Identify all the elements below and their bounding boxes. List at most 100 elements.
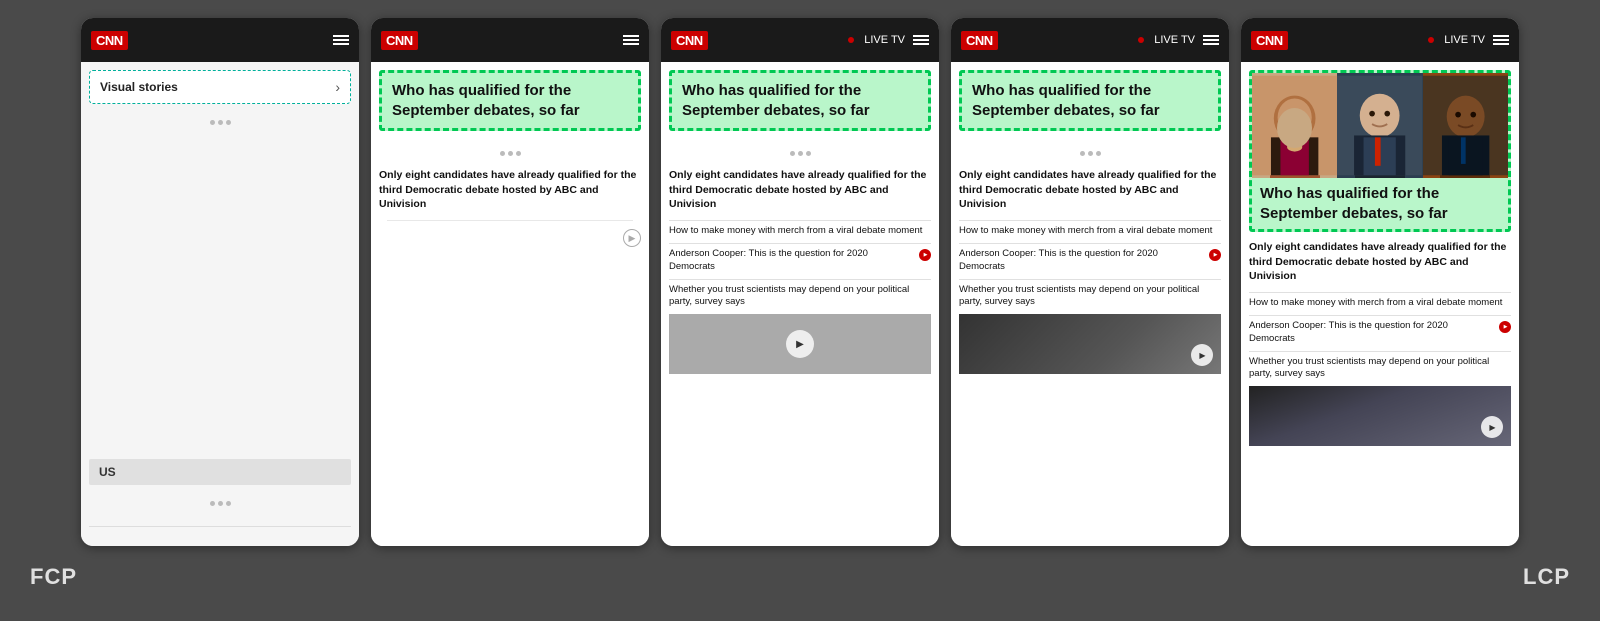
cnn-logo-3: CNN: [671, 31, 708, 50]
share-icon-2[interactable]: ▶: [623, 229, 641, 247]
article-link-5-1[interactable]: How to make money with merch from a vira…: [1249, 297, 1511, 310]
main-article-text-5: Only eight candidates have already quali…: [1249, 240, 1511, 284]
hamburger-menu-4[interactable]: [1203, 35, 1219, 45]
article-body-2: Only eight candidates have already quali…: [371, 135, 649, 546]
header-right-4: LIVE TV: [1138, 34, 1219, 46]
link-text-5-1: How to make money with merch from a vira…: [1249, 297, 1502, 310]
link-text-3-1: How to make money with merch from a vira…: [669, 225, 922, 238]
main-article-text-4: Only eight candidates have already quali…: [959, 168, 1221, 212]
main-article-text-2: Only eight candidates have already quali…: [379, 168, 641, 212]
labels-row: FCP LCP: [0, 554, 1600, 600]
article-link-3-1[interactable]: How to make money with merch from a vira…: [669, 225, 931, 238]
play-icon-4: [1209, 249, 1221, 261]
phone-frame-1: CNN Visual stories › US: [81, 18, 359, 546]
link-text-3-2: Anderson Cooper: This is the question fo…: [669, 248, 915, 274]
article-content-4: Who has qualified for the September deba…: [951, 62, 1229, 546]
live-tv-label-4: LIVE TV: [1154, 34, 1195, 46]
article-body-4: Only eight candidates have already quali…: [951, 135, 1229, 546]
video-play-button-5[interactable]: [1481, 416, 1503, 438]
loading-dots-4: [669, 139, 931, 168]
play-icon-3: [919, 249, 931, 261]
divider-4b: [959, 243, 1221, 244]
article-link-5-3[interactable]: Whether you trust scientists may depend …: [1249, 356, 1511, 382]
live-tv-label-3: LIVE TV: [864, 34, 905, 46]
screenshots-container: CNN Visual stories › US CNN: [0, 0, 1600, 546]
booker-image: [1423, 73, 1508, 178]
divider-3c: [669, 279, 931, 280]
loading-dots-5: [959, 139, 1221, 168]
cnn-header-4: CNN LIVE TV: [951, 18, 1229, 62]
main-article-text-3: Only eight candidates have already quali…: [669, 168, 931, 212]
link-text-4-2: Anderson Cooper: This is the question fo…: [959, 248, 1205, 274]
hamburger-menu-2[interactable]: [623, 35, 639, 45]
headline-box-2: Who has qualified for the September deba…: [379, 70, 641, 131]
headline-image-box-5: Who has qualified for the September deba…: [1249, 70, 1511, 232]
lcp-label: LCP: [1523, 564, 1570, 590]
cnn-logo-2: CNN: [381, 31, 418, 50]
article-content-5: Who has qualified for the September deba…: [1241, 62, 1519, 546]
cnn-logo-5: CNN: [1251, 31, 1288, 50]
video-thumb-4: [959, 314, 1221, 374]
phone-content-1: Visual stories › US: [81, 62, 359, 546]
video-thumb-3: ▶: [669, 314, 931, 374]
link-text-5-2: Anderson Cooper: This is the question fo…: [1249, 320, 1495, 346]
divider-3b: [669, 243, 931, 244]
live-dot-4: [1138, 37, 1144, 43]
header-right-5: LIVE TV: [1428, 34, 1509, 46]
kamala-image: [1252, 73, 1337, 178]
cnn-logo-4: CNN: [961, 31, 998, 50]
play-icon-5: [1499, 321, 1511, 333]
article-content-3: Who has qualified for the September deba…: [661, 62, 939, 546]
cnn-header-3: CNN LIVE TV: [661, 18, 939, 62]
cnn-header-2: CNN: [371, 18, 649, 62]
phone-frame-3: CNN LIVE TV Who has qualified for the Se…: [661, 18, 939, 546]
link-text-4-3: Whether you trust scientists may depend …: [959, 284, 1221, 310]
us-section-label: US: [89, 459, 351, 485]
headline-text-2: Who has qualified for the September deba…: [392, 81, 628, 120]
loading-dots-2: [81, 489, 359, 518]
hamburger-menu-5[interactable]: [1493, 35, 1509, 45]
article-link-3-3[interactable]: Whether you trust scientists may depend …: [669, 284, 931, 310]
article-link-4-3[interactable]: Whether you trust scientists may depend …: [959, 284, 1221, 310]
headline-box-4: Who has qualified for the September deba…: [959, 70, 1221, 131]
article-link-4-2[interactable]: Anderson Cooper: This is the question fo…: [959, 248, 1221, 274]
article-body-3: Only eight candidates have already quali…: [661, 135, 939, 546]
header-right-3: LIVE TV: [848, 34, 929, 46]
candidate-image: [1252, 73, 1508, 178]
article-body-5: Only eight candidates have already quali…: [1241, 236, 1519, 546]
cnn-header-1: CNN: [81, 18, 359, 62]
hamburger-menu-3[interactable]: [913, 35, 929, 45]
hamburger-menu-1[interactable]: [333, 35, 349, 45]
phone-frame-5: CNN LIVE TV: [1241, 18, 1519, 546]
divider-3a: [669, 220, 931, 221]
chevron-right-icon: ›: [335, 79, 340, 95]
article-content-2: Who has qualified for the September deba…: [371, 62, 649, 546]
video-thumb-5: [1249, 386, 1511, 446]
article-link-4-1[interactable]: How to make money with merch from a vira…: [959, 225, 1221, 238]
phone-frame-2: CNN Who has qualified for the September …: [371, 18, 649, 546]
live-tv-label-5: LIVE TV: [1444, 34, 1485, 46]
article-link-5-2[interactable]: Anderson Cooper: This is the question fo…: [1249, 320, 1511, 346]
live-dot-5: [1428, 37, 1434, 43]
divider-4c: [959, 279, 1221, 280]
phone-frame-4: CNN LIVE TV Who has qualified for the Se…: [951, 18, 1229, 546]
video-play-button-4[interactable]: [1191, 344, 1213, 366]
headline-text-4: Who has qualified for the September deba…: [972, 81, 1208, 120]
separator-2: [387, 220, 633, 221]
link-text-5-3: Whether you trust scientists may depend …: [1249, 356, 1511, 382]
biden-image: [1337, 73, 1422, 178]
divider-5c: [1249, 351, 1511, 352]
headline-text-3: Who has qualified for the September deba…: [682, 81, 918, 120]
cnn-header-5: CNN LIVE TV: [1241, 18, 1519, 62]
headline-box-3: Who has qualified for the September deba…: [669, 70, 931, 131]
link-text-3-3: Whether you trust scientists may depend …: [669, 284, 931, 310]
loading-dots-3: [379, 139, 641, 168]
divider-5a: [1249, 292, 1511, 293]
headline-text-5: Who has qualified for the September deba…: [1260, 184, 1500, 223]
link-text-4-1: How to make money with merch from a vira…: [959, 225, 1212, 238]
visual-stories-label: Visual stories: [100, 80, 178, 94]
article-link-3-2[interactable]: Anderson Cooper: This is the question fo…: [669, 248, 931, 274]
divider-5b: [1249, 315, 1511, 316]
video-play-button-3[interactable]: ▶: [786, 330, 814, 358]
visual-stories-bar[interactable]: Visual stories ›: [89, 70, 351, 104]
